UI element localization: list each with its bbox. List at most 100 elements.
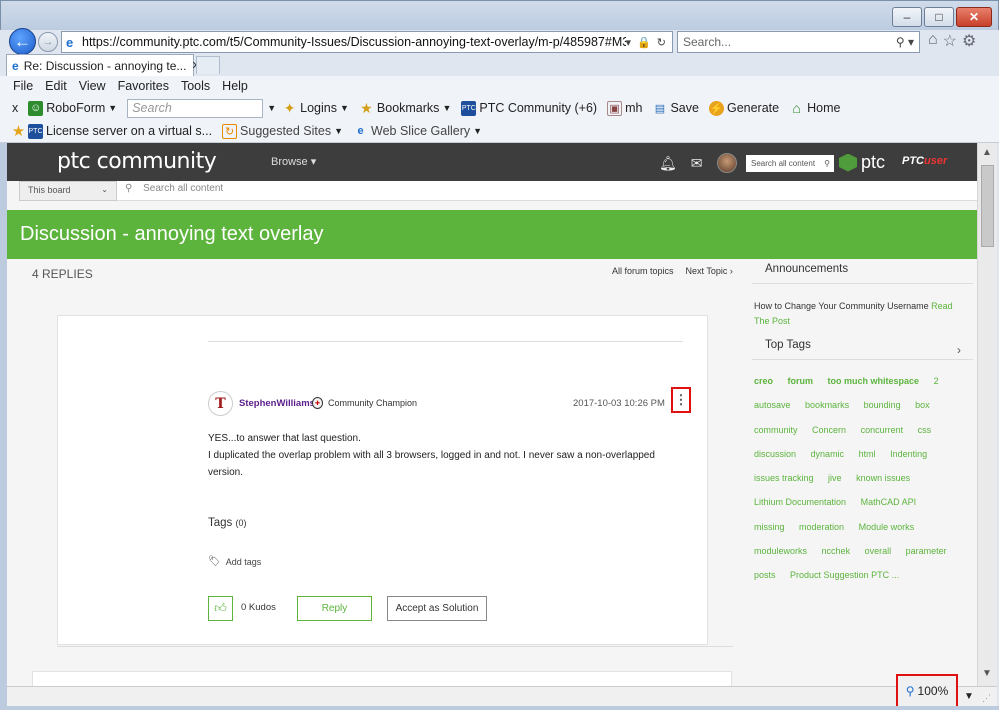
browse-menu[interactable]: Browse ▾	[271, 155, 316, 168]
scroll-up-arrow-icon[interactable]: ▲	[982, 147, 992, 158]
all-forum-topics-link[interactable]: All forum topics	[612, 266, 674, 276]
mh-identity-button[interactable]: ▣ mh	[607, 100, 642, 116]
tag-link[interactable]: overall	[865, 546, 892, 556]
zoom-dropdown-icon[interactable]: ▼	[964, 691, 974, 702]
favorite-suggested-sites[interactable]: ↻ Suggested Sites ▼	[222, 123, 343, 139]
chevron-down-icon[interactable]: ▼	[267, 103, 276, 113]
author-avatar[interactable]: T	[208, 391, 233, 416]
zoom-level-button[interactable]: ⚲ 100%	[896, 674, 958, 708]
favorite-web-slice-gallery[interactable]: e Web Slice Gallery ▼	[353, 124, 482, 139]
author-name-link[interactable]: StephenWilliams	[239, 398, 315, 409]
tag-link[interactable]: 2	[934, 376, 939, 386]
tag-link[interactable]: known issues	[856, 473, 910, 483]
tag-link[interactable]: box	[915, 400, 930, 410]
ptc-community-bookmark[interactable]: PTC PTC Community (+6)	[461, 100, 597, 116]
tag-link[interactable]: parameter	[906, 546, 947, 556]
tag-link[interactable]: Lithium Documentation	[754, 497, 846, 507]
maximize-button[interactable]: □	[924, 7, 954, 27]
tag-link[interactable]: Indenting	[890, 449, 927, 459]
tag-link[interactable]: missing	[754, 522, 785, 532]
tag-link[interactable]: posts	[754, 570, 776, 580]
scroll-down-arrow-icon[interactable]: ▼	[982, 668, 992, 679]
board-search-input[interactable]: ⚲ Search all content	[125, 183, 223, 194]
tag-link[interactable]: autosave	[754, 400, 791, 410]
tag-link[interactable]: concurrent	[861, 425, 904, 435]
menu-help[interactable]: Help	[222, 79, 248, 93]
tag-link[interactable]: bookmarks	[805, 400, 849, 410]
menu-favorites[interactable]: Favorites	[118, 79, 169, 93]
save-button[interactable]: ▤ Save	[652, 101, 699, 116]
author-rank: Community Champion	[328, 398, 418, 408]
post-options-menu-button[interactable]: ⋮	[671, 387, 691, 413]
tag-link[interactable]: jive	[828, 473, 842, 483]
roboform-button[interactable]: ☺ RoboForm ▼	[28, 100, 117, 116]
tag-link[interactable]: css	[918, 425, 932, 435]
favorite-license-server[interactable]: PTC License server on a virtual s...	[28, 123, 212, 139]
add-favorite-star-icon[interactable]: ★	[11, 123, 26, 140]
tag-link[interactable]: dynamic	[811, 449, 845, 459]
vertical-scrollbar[interactable]: ▲ ▼	[977, 143, 997, 686]
tag-link[interactable]: ncchek	[822, 546, 851, 556]
url-text[interactable]: https://community.ptc.com/t5/Community-I…	[82, 35, 626, 49]
forward-button[interactable]: →	[38, 32, 58, 52]
menu-view[interactable]: View	[79, 79, 106, 93]
window-titlebar: – □ ✕	[0, 0, 999, 30]
address-bar[interactable]: e https://community.ptc.com/t5/Community…	[61, 31, 673, 53]
toolbar-close-button[interactable]: x	[12, 101, 18, 115]
tab-active[interactable]: e Re: Discussion - annoying te... ✕	[6, 54, 201, 76]
lock-icon[interactable]: 🔒	[637, 36, 651, 49]
menu-file[interactable]: File	[13, 79, 33, 93]
bookmarks-button[interactable]: ★ Bookmarks ▼	[359, 100, 451, 116]
favorites-star-icon[interactable]: ☆	[943, 31, 957, 51]
messages-envelope-icon[interactable]: ✉	[691, 155, 703, 172]
reply-button[interactable]: Reply	[297, 596, 372, 621]
home-button[interactable]: ⌂ Home	[789, 100, 840, 116]
menu-tools[interactable]: Tools	[181, 79, 210, 93]
site-search-input[interactable]: Search all content ⚲	[746, 155, 834, 172]
tag-link[interactable]: too much whitespace	[828, 376, 920, 386]
roboform-search-input[interactable]: Search	[127, 98, 264, 118]
logins-button[interactable]: ✦ Logins ▼	[282, 100, 349, 116]
browser-search-input[interactable]: Search... ⚲ ▾	[677, 31, 920, 53]
tag-link[interactable]: discussion	[754, 449, 796, 459]
tag-link[interactable]: Concern	[812, 425, 846, 435]
tools-gear-icon[interactable]: ⚙	[962, 31, 976, 51]
chevron-right-icon[interactable]: ›	[957, 343, 961, 357]
tag-link[interactable]: html	[859, 449, 876, 459]
next-topic-link[interactable]: Next Topic ›	[686, 266, 733, 276]
search-icon[interactable]: ⚲	[824, 159, 834, 168]
user-avatar[interactable]	[716, 153, 737, 173]
tag-link[interactable]: forum	[788, 376, 814, 386]
generate-button[interactable]: ⚡ Generate	[708, 100, 779, 116]
status-bar: ⚲ 100% ▼ ⋰	[7, 674, 997, 708]
board-scope-select[interactable]: This board ⌄	[19, 181, 117, 201]
ptc-brand-logo[interactable]: ptc	[839, 152, 885, 173]
ptcuser-logo[interactable]: PTCuser	[902, 155, 947, 167]
close-window-button[interactable]: ✕	[956, 7, 992, 27]
search-icon[interactable]: ⚲ ▾	[896, 35, 919, 49]
tag-link[interactable]: issues tracking	[754, 473, 814, 483]
tag-link[interactable]: moduleworks	[754, 546, 807, 556]
minimize-button[interactable]: –	[892, 7, 922, 27]
scrollbar-thumb[interactable]	[981, 165, 994, 247]
menu-edit[interactable]: Edit	[45, 79, 67, 93]
dropdown-arrow-icon[interactable]: ▾	[626, 36, 632, 49]
add-tags-link[interactable]: 🏷︎ Add tags	[208, 556, 261, 567]
refresh-icon[interactable]: ↻	[657, 36, 666, 49]
tag-link[interactable]: bounding	[864, 400, 901, 410]
chevron-down-icon: ⌄	[101, 185, 108, 194]
tag-link[interactable]: creo	[754, 376, 773, 386]
kudo-thumbs-up-button[interactable]: 👍︎	[208, 596, 233, 621]
tag-link[interactable]: Module works	[859, 522, 915, 532]
notifications-bell-icon[interactable]: 🔔︎	[659, 155, 677, 172]
tag-link[interactable]: community	[754, 425, 798, 435]
tag-link[interactable]: moderation	[799, 522, 844, 532]
tag-link[interactable]: MathCAD API	[861, 497, 917, 507]
home-icon[interactable]: ⌂	[928, 31, 938, 51]
tag-link[interactable]: Product Suggestion PTC ...	[790, 570, 899, 580]
site-logo[interactable]: ptc community	[57, 149, 217, 174]
accept-solution-button[interactable]: Accept as Solution	[387, 596, 487, 621]
resize-grip-icon[interactable]: ⋰	[982, 693, 991, 704]
new-tab-button[interactable]	[196, 56, 220, 74]
back-button[interactable]: ←	[9, 28, 36, 55]
